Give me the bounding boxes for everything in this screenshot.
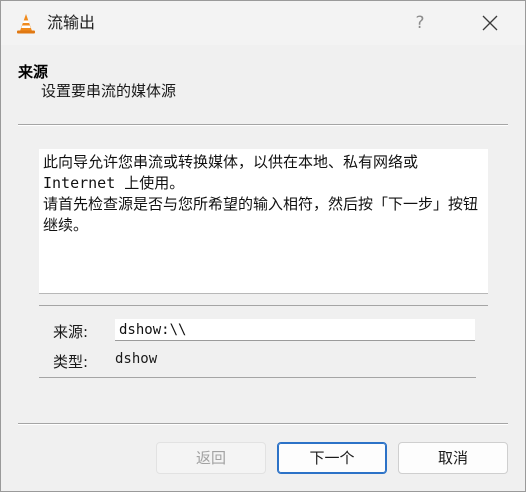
description-divider	[39, 305, 488, 306]
next-button[interactable]: 下一个	[277, 442, 387, 474]
footer-divider-highlight	[18, 424, 508, 425]
fields-divider	[39, 377, 476, 378]
close-button[interactable]	[471, 7, 509, 39]
source-input[interactable]	[115, 319, 475, 341]
title-bar: 流输出 ?	[1, 1, 525, 45]
vlc-cone-icon	[17, 14, 35, 34]
cancel-button[interactable]: 取消	[398, 442, 508, 474]
close-icon	[482, 15, 498, 31]
type-value: dshow	[115, 351, 158, 367]
stream-output-dialog: 流输出 ? 来源 设置要串流的媒体源 此向导允许您串流或转换媒体，以供在本地、私…	[0, 0, 526, 492]
section-title: 来源	[18, 63, 49, 81]
window-title: 流输出	[47, 13, 96, 32]
wizard-description: 此向导允许您串流或转换媒体，以供在本地、私有网络或 Internet 上使用。 …	[39, 149, 488, 294]
back-button[interactable]: 返回	[156, 442, 266, 474]
source-label: 来源:	[53, 323, 89, 341]
type-label: 类型:	[53, 353, 89, 371]
section-subtitle: 设置要串流的媒体源	[41, 82, 177, 100]
help-button[interactable]: ?	[403, 7, 437, 39]
header-divider-highlight	[18, 125, 508, 126]
